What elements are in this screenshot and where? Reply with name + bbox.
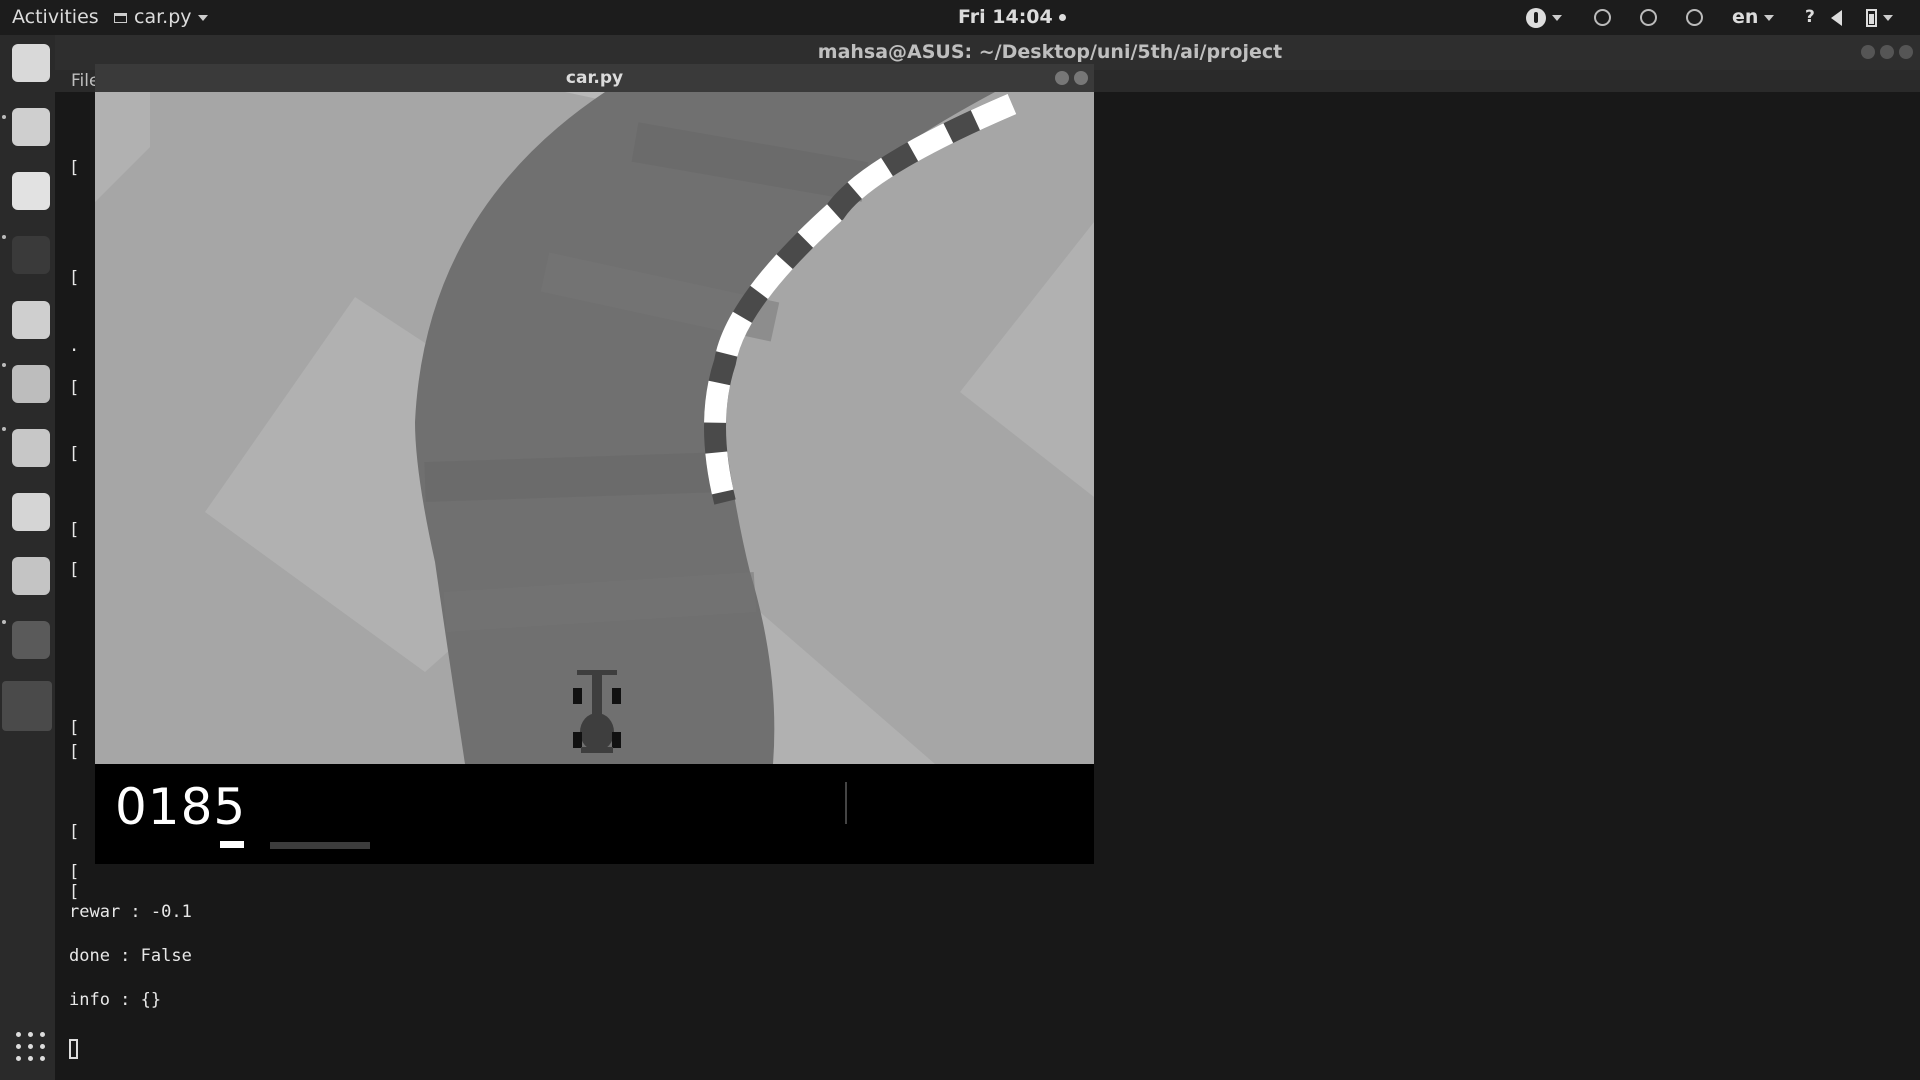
game-window[interactable]: car.py 0185: [95, 64, 1094, 891]
terminal-line: [: [69, 718, 80, 738]
notepad-icon: [12, 493, 50, 531]
dock-item-rhythmbox[interactable]: [8, 40, 58, 90]
phone-icon: [12, 557, 50, 595]
dock: [0, 35, 55, 1080]
browser-icon: [12, 365, 50, 403]
window-icon: [114, 12, 127, 23]
whatsapp-icon: [1640, 9, 1657, 26]
volume-icon: [1831, 9, 1842, 26]
minimize-icon[interactable]: [1055, 71, 1069, 85]
file-cabinet-icon: [12, 108, 50, 146]
terminal-line: [: [69, 444, 80, 464]
chevron-down-icon: [1552, 14, 1562, 21]
clock[interactable]: Fri 14:04: [958, 0, 1066, 35]
maximize-icon[interactable]: [1880, 45, 1894, 59]
dock-item-terminal[interactable]: [8, 232, 58, 282]
dock-item-phone[interactable]: [8, 553, 58, 603]
dock-item-sublime[interactable]: [8, 617, 58, 667]
terminal-line: [: [69, 158, 80, 178]
system-menu[interactable]: [1866, 0, 1893, 35]
close-icon[interactable]: [1074, 71, 1088, 85]
game-window-title: car.py: [565, 68, 624, 88]
score-underline: [220, 841, 244, 848]
running-indicator: [2, 620, 6, 624]
whatsapp-icon: [1686, 9, 1703, 26]
terminal-line: [: [69, 268, 80, 288]
running-indicator: [2, 427, 6, 431]
app-menu-button[interactable]: car.py: [114, 0, 208, 35]
close-icon[interactable]: [1899, 45, 1913, 59]
clock-label: Fri 14:04: [958, 6, 1053, 28]
dock-item-files[interactable]: [8, 104, 58, 154]
battery-icon: [1866, 8, 1877, 27]
speaker-icon: [12, 44, 50, 82]
chevron-down-icon: [1883, 14, 1893, 21]
running-indicator: [2, 363, 6, 367]
chevron-down-icon: [197, 14, 208, 21]
terminal-line: [: [69, 378, 80, 398]
dock-item-chrome[interactable]: [8, 361, 58, 411]
dock-item-image-viewer[interactable]: [8, 297, 58, 347]
score-display: 0185: [115, 778, 247, 836]
notification-dot-icon: [1058, 14, 1066, 21]
magnifier-icon: [12, 301, 50, 339]
terminal-line: [: [69, 560, 80, 580]
dock-item-game-window[interactable]: [2, 681, 52, 731]
terminal-icon: [12, 236, 50, 274]
dock-item-writer[interactable]: [8, 168, 58, 218]
game-window-titlebar[interactable]: car.py: [95, 64, 1094, 92]
terminal-line: done : False: [69, 946, 192, 966]
window-icon: [6, 685, 44, 723]
accessibility-menu[interactable]: [1526, 0, 1562, 35]
document-icon: [12, 172, 50, 210]
game-hud: 0185: [95, 764, 1094, 864]
help-button[interactable]: ?: [1805, 0, 1815, 35]
dock-item-software[interactable]: [8, 425, 58, 475]
game-canvas: [95, 92, 1094, 764]
minimize-icon[interactable]: [1861, 45, 1875, 59]
terminal-line: [: [69, 862, 80, 882]
tray-whatsapp-3[interactable]: [1686, 0, 1703, 35]
chevron-down-icon: [1764, 14, 1775, 21]
language-menu[interactable]: en: [1732, 0, 1775, 35]
running-indicator: [2, 235, 6, 239]
volume-indicator[interactable]: [1831, 0, 1842, 35]
shopping-bag-icon: [12, 429, 50, 467]
terminal-line: info : {}: [69, 990, 162, 1010]
running-indicator: [2, 115, 6, 119]
terminal-line: [: [69, 822, 80, 842]
terminal-line: [: [69, 882, 80, 902]
top-bar: Activities car.py Fri 14:04 en ?: [0, 0, 1920, 35]
tray-whatsapp-2[interactable]: [1640, 0, 1657, 35]
terminal-line: .: [69, 336, 80, 356]
accessibility-icon: [1526, 7, 1546, 28]
terminal-line: rewar : -0.1: [69, 902, 192, 922]
terminal-line: [: [69, 742, 80, 762]
apps-grid-icon[interactable]: [16, 1032, 46, 1062]
sublime-icon: [12, 621, 50, 659]
steering-indicator: [845, 782, 847, 824]
activities-button[interactable]: Activities: [12, 0, 99, 35]
terminal-line: [: [69, 520, 80, 540]
whatsapp-icon: [1594, 9, 1611, 26]
terminal-cursor: [69, 1039, 78, 1059]
app-menu-label: car.py: [134, 6, 192, 28]
dock-item-text-editor[interactable]: [8, 489, 58, 539]
speed-indicator: [270, 842, 370, 849]
language-label: en: [1732, 6, 1759, 28]
tray-whatsapp-1[interactable]: [1594, 0, 1611, 35]
